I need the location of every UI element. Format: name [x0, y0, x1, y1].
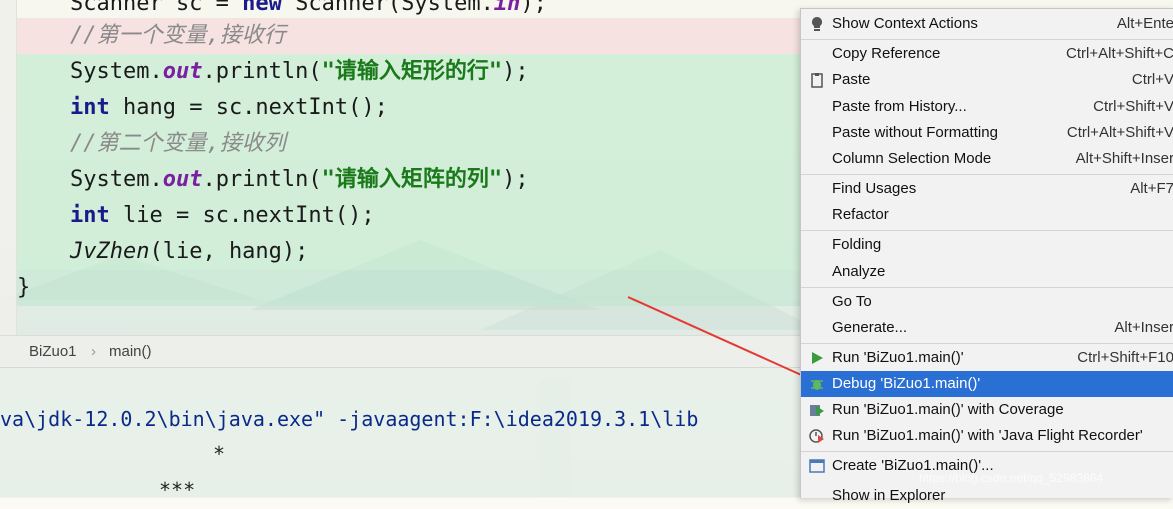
code-line-call[interactable]: JvZhen(lie, hang); — [17, 234, 817, 270]
menu-separator — [801, 451, 1173, 452]
menu-item-go-to[interactable]: Go To — [801, 289, 1173, 315]
menu-item-shortcut: Ctrl+Alt+Shift+C — [1066, 45, 1173, 62]
menu-item-label: Show in Explorer — [832, 487, 946, 504]
breadcrumb: BiZuo1 › main() — [0, 335, 800, 368]
menu-item-run-with-coverage[interactable]: Run 'BiZuo1.main()' with Coverage — [801, 397, 1173, 423]
console-command-line: va\jdk-12.0.2\bin\java.exe" -javaagent:F… — [0, 407, 699, 431]
menu-item-label: Refactor — [832, 206, 889, 223]
menu-separator — [801, 343, 1173, 344]
menu-item-show-context-actions[interactable]: Show Context Actions Alt+Ente — [801, 11, 1173, 37]
coverage-icon — [810, 405, 824, 416]
menu-separator — [801, 230, 1173, 231]
breadcrumb-class[interactable]: BiZuo1 — [29, 343, 77, 360]
create-config-icon — [809, 459, 825, 473]
paste-icon — [811, 73, 823, 88]
menu-item-label: Analyze — [832, 263, 886, 280]
menu-item-folding[interactable]: Folding — [801, 232, 1173, 258]
run-console[interactable]: va\jdk-12.0.2\bin\java.exe" -javaagent:F… — [0, 367, 800, 502]
run-icon — [812, 352, 823, 364]
menu-item-label: Show Context Actions — [832, 15, 978, 32]
menu-item-shortcut: Ctrl+V — [1131, 71, 1173, 88]
menu-item-debug[interactable]: Debug 'BiZuo1.main()' — [801, 371, 1173, 397]
profiler-icon — [809, 429, 824, 443]
menu-item-generate[interactable]: Generate... Alt+Inser — [801, 315, 1173, 341]
menu-item-find-usages[interactable]: Find Usages Alt+F7 — [801, 176, 1173, 202]
menu-item-shortcut: Alt+F7 — [1130, 180, 1173, 197]
menu-item-label: Copy Reference — [832, 45, 941, 62]
menu-item-label: Run 'BiZuo1.main()' — [832, 349, 964, 366]
editor-gutter — [0, 0, 17, 335]
menu-item-label: Debug 'BiZuo1.main()' — [832, 375, 981, 392]
menu-item-label: Column Selection Mode — [832, 150, 992, 167]
menu-item-column-selection-mode[interactable]: Column Selection Mode Alt+Shift+Inser — [801, 146, 1173, 172]
menu-item-label: Find Usages — [832, 180, 917, 197]
menu-separator — [801, 287, 1173, 288]
menu-item-label: Generate... — [832, 319, 908, 336]
menu-item-analyze[interactable]: Analyze — [801, 259, 1173, 285]
code-line-comment-col[interactable]: //第二个变量,接收列 — [17, 126, 817, 162]
menu-item-label: Paste from History... — [832, 98, 967, 115]
menu-item-label: Paste — [832, 71, 871, 88]
menu-item-label: Run 'BiZuo1.main()' with Coverage — [832, 401, 1064, 418]
context-menu: Show Context Actions Alt+Ente Copy Refer… — [800, 8, 1173, 504]
debug-icon — [811, 380, 823, 390]
menu-item-paste-from-history[interactable]: Paste from History... Ctrl+Shift+V — [801, 94, 1173, 120]
menu-item-refactor[interactable]: Refactor — [801, 202, 1173, 228]
menu-item-shortcut: Alt+Inser — [1114, 319, 1173, 336]
menu-item-shortcut: Alt+Ente — [1116, 15, 1173, 32]
code-line-int-hang[interactable]: int hang = sc.nextInt(); — [17, 90, 817, 126]
menu-item-label: Folding — [832, 236, 882, 253]
menu-item-run[interactable]: Run 'BiZuo1.main()' Ctrl+Shift+F10 — [801, 345, 1173, 371]
code-line-close-brace[interactable]: } — [17, 270, 817, 306]
menu-separator — [801, 39, 1173, 40]
watermark: https://blog.csdn.net/qq_52983864 — [919, 471, 1104, 485]
menu-item-label: Run 'BiZuo1.main()' with 'Java Flight Re… — [832, 427, 1143, 444]
code-editor[interactable]: Scanner sc = new Scanner(System.in); //第… — [17, 0, 817, 335]
console-output-line-2: *** — [159, 478, 196, 502]
menu-item-shortcut: Ctrl+Shift+F10 — [1077, 349, 1173, 366]
menu-item-label: Go To — [832, 293, 872, 310]
console-output-line-1: * — [213, 442, 226, 466]
code-line-comment-row[interactable]: //第一个变量,接收行 — [17, 18, 817, 54]
menu-item-shortcut: Ctrl+Shift+V — [1093, 98, 1173, 115]
bulb-icon — [812, 17, 822, 31]
menu-item-copy-reference[interactable]: Copy Reference Ctrl+Alt+Shift+C — [801, 41, 1173, 67]
menu-item-show-in-explorer[interactable]: Show in Explorer — [801, 483, 1173, 509]
menu-item-paste-without-formatting[interactable]: Paste without Formatting Ctrl+Alt+Shift+… — [801, 120, 1173, 146]
code-text: Scanner sc = new Scanner(System.in); — [17, 0, 547, 16]
menu-item-label: Paste without Formatting — [832, 124, 998, 141]
menu-item-shortcut: Ctrl+Alt+Shift+V — [1066, 124, 1173, 141]
breadcrumb-separator: › — [91, 343, 96, 360]
code-line-println-row[interactable]: System.out.println("请输入矩形的行"); — [17, 54, 817, 90]
code-line-int-lie[interactable]: int lie = sc.nextInt(); — [17, 198, 817, 234]
menu-item-run-with-flight-recorder[interactable]: Run 'BiZuo1.main()' with 'Java Flight Re… — [801, 423, 1173, 449]
breadcrumb-method[interactable]: main() — [109, 343, 152, 360]
menu-item-shortcut: Alt+Shift+Inser — [1075, 150, 1173, 167]
code-line-println-col[interactable]: System.out.println("请输入矩阵的列"); — [17, 162, 817, 198]
menu-item-paste[interactable]: Paste Ctrl+V — [801, 67, 1173, 93]
menu-separator — [801, 174, 1173, 175]
